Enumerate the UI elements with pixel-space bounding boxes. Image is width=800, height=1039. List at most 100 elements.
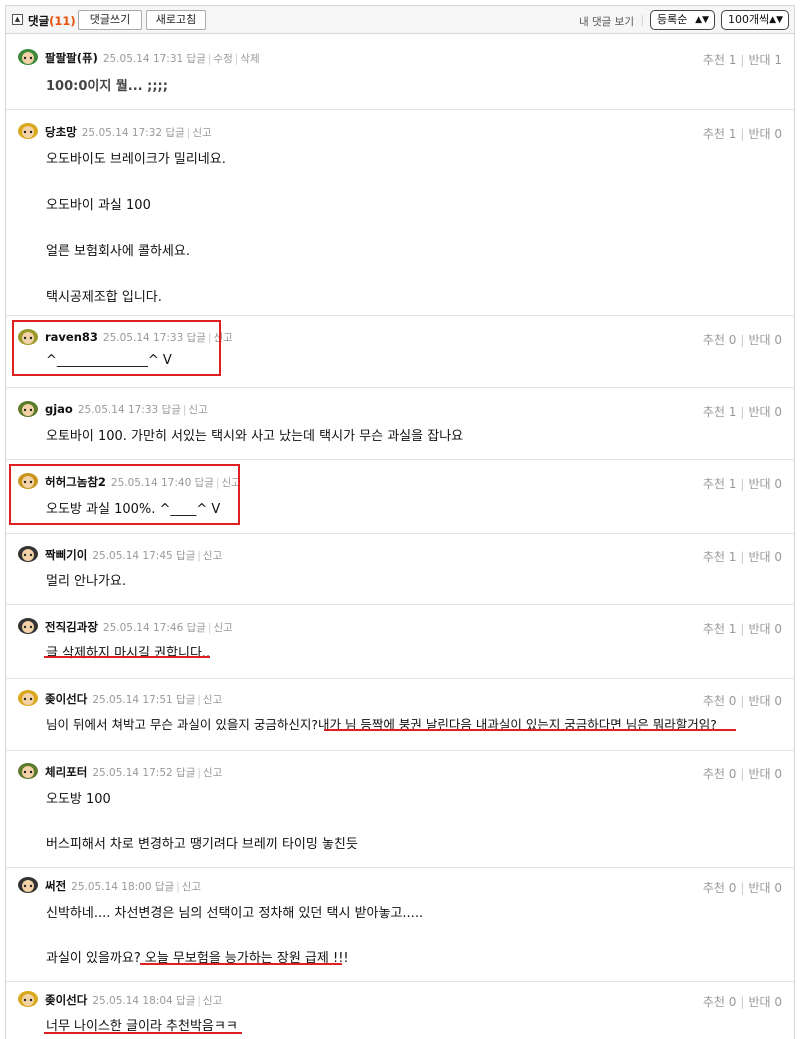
vote-counts: 추천 1 | 반대 0 <box>702 477 782 491</box>
sort-select-value: 등록순 <box>657 13 688 26</box>
upvote-button[interactable]: 추천 1 <box>703 550 737 564</box>
reply-link[interactable]: 답글 <box>162 404 181 416</box>
sort-select[interactable]: 등록순 ▲▼ <box>650 10 715 30</box>
comment-author[interactable]: 좆이선다 <box>45 993 87 1007</box>
upvote-count: 0 <box>728 881 737 895</box>
comment-text: 멀리 안나가요. <box>46 574 127 589</box>
per-page-select[interactable]: 100개씩 ▲▼ <box>721 10 789 30</box>
upvote-button[interactable]: 추천 0 <box>703 881 737 895</box>
upvote-count: 0 <box>728 333 737 347</box>
user-level-avatar-icon <box>18 618 38 634</box>
vote-counts: 추천 0 | 반대 0 <box>702 767 782 781</box>
report-link[interactable]: 신고 <box>182 881 201 893</box>
reply-link[interactable]: 답글 <box>176 995 195 1007</box>
downvote-button[interactable]: 반대 0 <box>748 333 782 347</box>
reply-link[interactable]: 답글 <box>176 694 195 706</box>
annotation-underline <box>140 963 342 965</box>
upvote-button[interactable]: 추천 0 <box>703 694 737 708</box>
report-link[interactable]: 신고 <box>192 127 211 139</box>
comment-text-line: 오도바이도 브레이크가 밀리네요. <box>46 152 226 167</box>
report-link[interactable]: 신고 <box>213 622 232 634</box>
downvote-count: 0 <box>774 767 782 781</box>
upvote-button[interactable]: 추천 1 <box>703 477 737 491</box>
upvote-count: 0 <box>728 995 737 1009</box>
annotation-underline <box>44 1032 242 1034</box>
comment-author[interactable]: gjao <box>45 402 73 416</box>
reply-link[interactable]: 답글 <box>176 550 195 562</box>
comment-item: 전직김과장 25.05.14 17:46 답글 | 신고 추천 1 | 반대 0 글 삭제… <box>6 617 794 679</box>
comment-meta: 팔팔팔(퓨) 25.05.14 17:31 답글 | 수정 | 삭제 <box>45 51 260 65</box>
comment-meta: 당초망 25.05.14 17:32 답글 | 신고 <box>45 125 212 139</box>
comment-item: 짝삐기이 25.05.14 17:45 답글 | 신고 추천 1 | 반대 0 멀리 안나… <box>6 545 794 605</box>
comment-time: 25.05.14 18:04 <box>92 995 173 1007</box>
annotation-underline <box>44 656 210 658</box>
downvote-count: 0 <box>774 127 782 141</box>
upvote-button[interactable]: 추천 1 <box>703 405 737 419</box>
my-comments-link[interactable]: 내 댓글 보기 <box>579 14 634 29</box>
reply-link[interactable]: 답글 <box>187 53 206 65</box>
comment-count: (11) <box>49 14 76 28</box>
downvote-button[interactable]: 반대 1 <box>748 53 782 67</box>
user-level-avatar-icon <box>18 546 38 562</box>
vote-counts: 추천 0 | 반대 0 <box>702 694 782 708</box>
refresh-button[interactable]: 새로고침 <box>146 10 206 30</box>
report-link[interactable]: 신고 <box>203 767 222 779</box>
comment-meta: 전직김과장 25.05.14 17:46 답글 | 신고 <box>45 620 233 634</box>
upvote-button[interactable]: 추천 1 <box>703 622 737 636</box>
comment-author[interactable]: 당초망 <box>45 125 77 139</box>
downvote-button[interactable]: 반대 0 <box>748 550 782 564</box>
upvote-button[interactable]: 추천 1 <box>703 53 737 67</box>
upvote-button[interactable]: 추천 1 <box>703 127 737 141</box>
comment-section-title: 댓글(11) <box>28 13 76 29</box>
write-comment-button[interactable]: 댓글쓰기 <box>78 10 142 30</box>
reply-link[interactable]: 답글 <box>165 127 184 139</box>
collapse-toggle-icon[interactable]: ▲ <box>12 14 23 25</box>
downvote-button[interactable]: 반대 0 <box>748 477 782 491</box>
downvote-count: 0 <box>774 333 782 347</box>
downvote-button[interactable]: 반대 0 <box>748 127 782 141</box>
comment-time: 25.05.14 17:45 <box>92 550 173 562</box>
comment-meta: gjao 25.05.14 17:33 답글 | 신고 <box>45 402 208 416</box>
comment-author[interactable]: 짝삐기이 <box>45 548 87 562</box>
vote-counts: 추천 0 | 반대 0 <box>702 995 782 1009</box>
comment-text-line: 택시공제조합 입니다. <box>46 290 162 305</box>
edit-link[interactable]: 수정 <box>213 53 232 65</box>
comment-time: 25.05.14 18:00 <box>71 881 152 893</box>
report-link[interactable]: 신고 <box>188 404 207 416</box>
reply-link[interactable]: 답글 <box>155 881 174 893</box>
upvote-button[interactable]: 추천 0 <box>703 995 737 1009</box>
report-link[interactable]: 신고 <box>203 995 222 1007</box>
downvote-button[interactable]: 반대 0 <box>748 694 782 708</box>
report-link[interactable]: 신고 <box>203 550 222 562</box>
reply-link[interactable]: 답글 <box>176 767 195 779</box>
downvote-count: 1 <box>774 53 782 67</box>
comment-time: 25.05.14 17:52 <box>92 767 173 779</box>
vote-counts: 추천 0 | 반대 0 <box>702 333 782 347</box>
downvote-button[interactable]: 반대 0 <box>748 995 782 1009</box>
user-level-avatar-icon <box>18 123 38 139</box>
downvote-button[interactable]: 반대 0 <box>748 767 782 781</box>
comment-item: 좆이선다 25.05.14 17:51 답글 | 신고 추천 0 | 반대 0 님이 뒤에… <box>6 689 794 751</box>
comment-text-line: 버스피해서 차로 변경하고 땡기려다 브레끼 타이밍 놓친듯 <box>46 837 358 852</box>
select-arrows-icon: ▲▼ <box>695 15 709 25</box>
upvote-button[interactable]: 추천 0 <box>703 767 737 781</box>
vote-counts: 추천 1 | 반대 0 <box>702 405 782 419</box>
downvote-count: 0 <box>774 550 782 564</box>
downvote-count: 0 <box>774 477 782 491</box>
vote-counts: 추천 1 | 반대 0 <box>702 127 782 141</box>
upvote-button[interactable]: 추천 0 <box>703 333 737 347</box>
downvote-button[interactable]: 반대 0 <box>748 405 782 419</box>
downvote-button[interactable]: 반대 0 <box>748 881 782 895</box>
comment-author[interactable]: 전직김과장 <box>45 620 98 634</box>
report-link[interactable]: 신고 <box>203 694 222 706</box>
comment-author[interactable]: 체리포터 <box>45 765 87 779</box>
comment-author[interactable]: 팔팔팔(퓨) <box>45 51 98 65</box>
delete-link[interactable]: 삭제 <box>240 53 259 65</box>
reply-link[interactable]: 답글 <box>187 622 206 634</box>
downvote-button[interactable]: 반대 0 <box>748 622 782 636</box>
comment-author[interactable]: 써전 <box>45 879 66 893</box>
comment-author[interactable]: 좆이선다 <box>45 692 87 706</box>
comment-item: 팔팔팔(퓨) 25.05.14 17:31 답글 | 수정 | 삭제 추천 1 | 반대 1 … <box>6 48 794 110</box>
comment-text: 글 삭제하지 마시길 권합니다.. <box>46 646 211 661</box>
comment-time: 25.05.14 17:31 <box>102 53 184 65</box>
